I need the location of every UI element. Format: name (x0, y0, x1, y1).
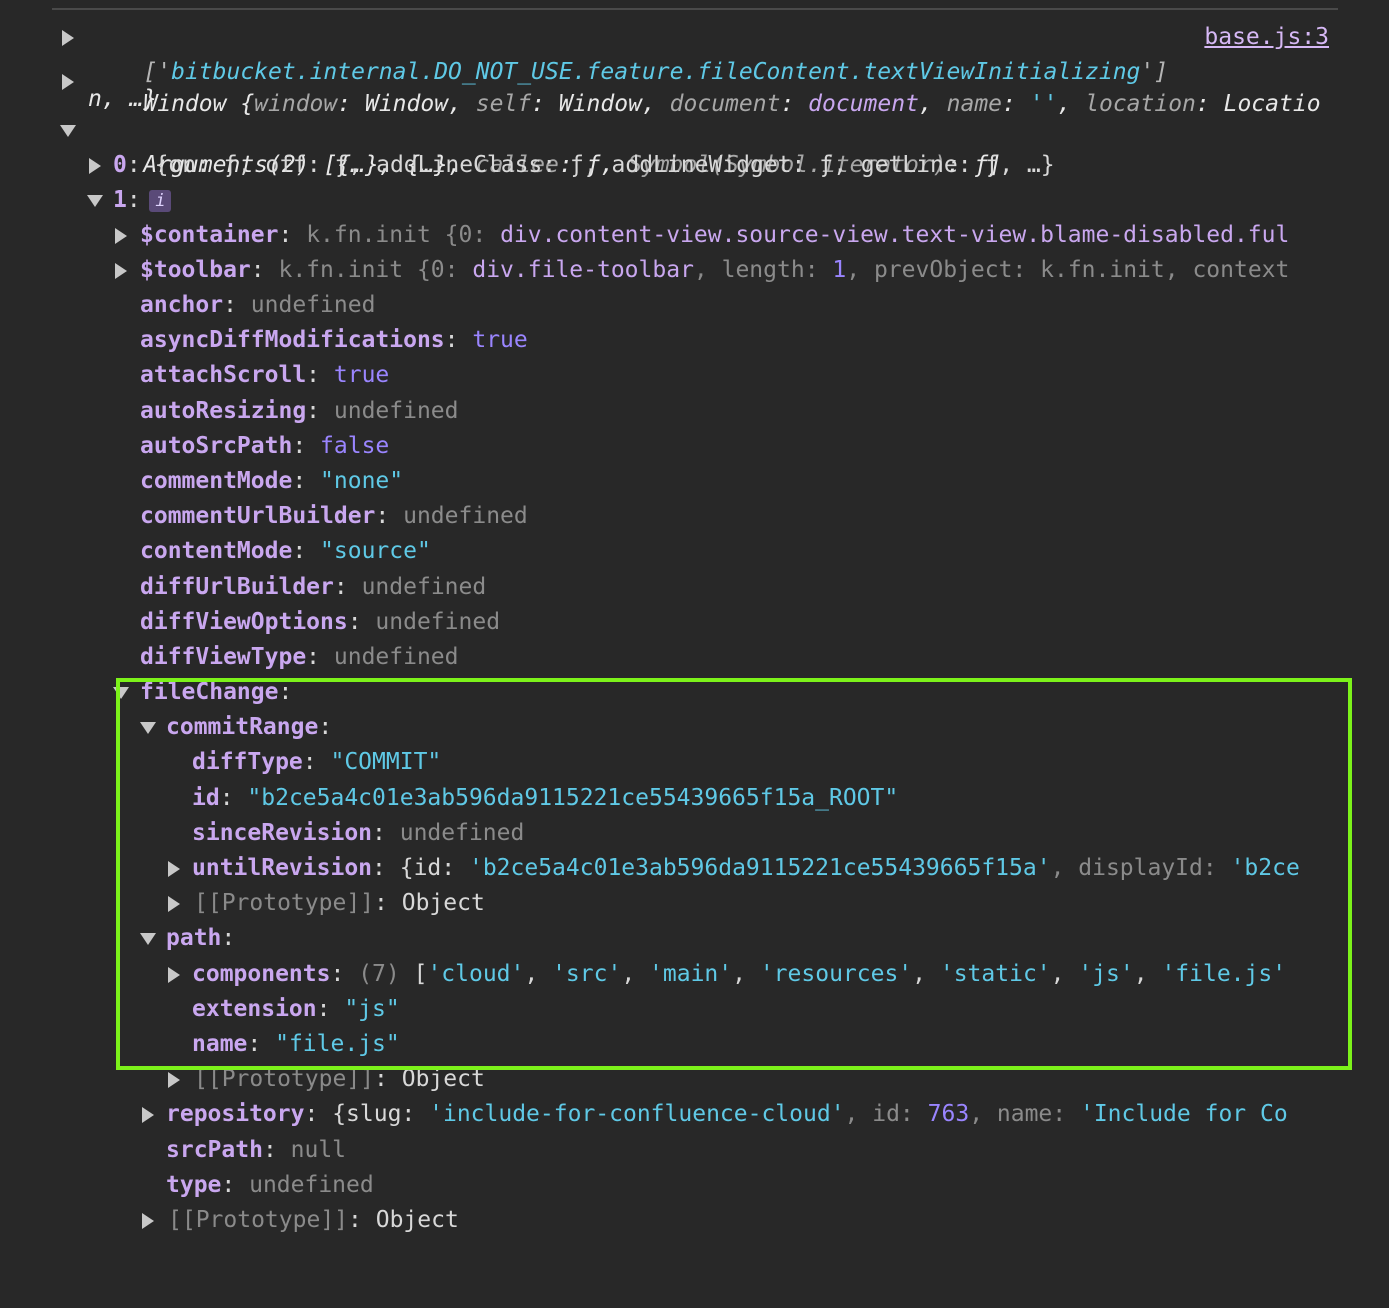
expand-arrow-icon[interactable] (168, 1072, 180, 1088)
property-row-diffViewOptions: diffViewOptions: undefined (140, 609, 501, 635)
component-item: 'resources' (759, 961, 913, 987)
console-message-window-wrap: n, …} (88, 86, 158, 112)
expand-arrow-icon[interactable] (89, 158, 101, 174)
untilrevision-row[interactable]: untilRevision: {id: 'b2ce5a4c01e3ab596da… (0, 851, 1345, 886)
expand-arrow-icon[interactable] (142, 1213, 154, 1229)
property-key: asyncDiffModifications (140, 327, 445, 353)
path-row[interactable]: path: (0, 921, 1389, 956)
filechange-prototype-row[interactable]: [[Prototype]]: Object (0, 1203, 1389, 1238)
id-row: id: "b2ce5a4c01e3ab596da9115221ce5543966… (192, 785, 899, 811)
property-key: autoResizing (140, 398, 307, 424)
collapse-arrow-icon[interactable] (87, 195, 103, 207)
path-prototype-row[interactable]: [[Prototype]]: Object (0, 1062, 1389, 1097)
expand-arrow-icon[interactable] (168, 861, 180, 877)
component-item: 'main' (649, 961, 733, 987)
component-item: 'js' (1078, 961, 1134, 987)
arg1-row[interactable]: 1: (0, 183, 1389, 218)
console-divider (52, 8, 1338, 10)
property-key: commentMode (140, 468, 293, 494)
component-item: 'static' (939, 961, 1051, 987)
property-value: undefined (403, 503, 528, 529)
property-row-anchor: anchor: undefined (140, 292, 376, 318)
property-value: undefined (333, 398, 459, 424)
arg0-row[interactable]: 0: {on: ƒ, off: ƒ, addLineClass: ƒ, addL… (0, 148, 1389, 183)
property-row-autoResizing: autoResizing: undefined (140, 398, 459, 424)
repository-row[interactable]: repository: {slug: 'include-for-confluen… (0, 1097, 1345, 1132)
arguments-row[interactable]: Arguments(2) [{…}, {…}, callee: ƒ, Symbo… (0, 113, 1389, 212)
expand-arrow-icon[interactable] (115, 263, 127, 279)
difftype-row: diffType: "COMMIT" (192, 749, 442, 775)
expand-arrow-icon[interactable] (115, 228, 127, 244)
sincerevision-row: sinceRevision: undefined (192, 820, 525, 846)
property-key: commentUrlBuilder (140, 503, 376, 529)
property-value: "source" (320, 538, 431, 564)
component-item: 'file.js' (1161, 961, 1287, 987)
property-row-asyncDiffModifications: asyncDiffModifications: true (140, 327, 528, 353)
property-value: undefined (250, 292, 376, 318)
filechange-row[interactable]: fileChange: (0, 675, 1389, 710)
extension-row: extension: "js" (192, 996, 400, 1022)
name-row: name: "file.js" (192, 1031, 400, 1057)
property-row-commentMode: commentMode: "none" (140, 468, 404, 494)
commitrange-prototype-row[interactable]: [[Prototype]]: Object (0, 886, 1389, 921)
collapse-arrow-icon[interactable] (140, 722, 156, 734)
property-row-diffViewType: diffViewType: undefined (140, 644, 459, 670)
property-value: true (472, 327, 528, 353)
property-row-autoSrcPath: autoSrcPath: false (140, 433, 390, 459)
srcpath-row: srcPath: null (166, 1137, 347, 1163)
property-value: true (333, 362, 390, 388)
source-link[interactable]: base.js:3 (1204, 20, 1329, 55)
toolbar-row[interactable]: $toolbar: k.fn.init {0: div.file-toolbar… (0, 253, 1345, 288)
expand-arrow-icon[interactable] (168, 896, 180, 912)
collapse-arrow-icon[interactable] (60, 125, 76, 137)
component-item: 'src' (552, 961, 622, 987)
component-item: 'cloud' (427, 961, 525, 987)
property-key: diffUrlBuilder (140, 574, 334, 600)
type-row: type: undefined (166, 1172, 374, 1198)
property-row-contentMode: contentMode: "source" (140, 538, 431, 564)
expand-arrow-icon[interactable] (62, 30, 74, 46)
property-row-commentUrlBuilder: commentUrlBuilder: undefined (140, 503, 528, 529)
property-value: undefined (375, 609, 501, 635)
container-row[interactable]: $container: k.fn.init {0: div.content-vi… (0, 218, 1345, 253)
property-key: autoSrcPath (140, 433, 293, 459)
property-row-attachScroll: attachScroll: true (140, 362, 390, 388)
property-key: diffViewOptions (140, 609, 348, 635)
property-key: diffViewType (140, 644, 307, 670)
console-message-label[interactable]: ['bitbucket.internal.DO_NOT_USE.feature.… (0, 20, 1389, 85)
property-value: "none" (320, 468, 404, 494)
property-key: anchor (140, 292, 224, 318)
property-value: false (320, 433, 390, 459)
property-key: attachScroll (140, 362, 307, 388)
collapse-arrow-icon[interactable] (113, 687, 129, 699)
collapse-arrow-icon[interactable] (140, 933, 156, 945)
expand-arrow-icon[interactable] (142, 1107, 154, 1123)
property-key: contentMode (140, 538, 293, 564)
property-row-diffUrlBuilder: diffUrlBuilder: undefined (140, 574, 487, 600)
property-value: undefined (361, 574, 487, 600)
property-value: undefined (333, 644, 459, 670)
components-row[interactable]: components: (7) ['cloud', 'src', 'main',… (0, 957, 1345, 992)
commitrange-row[interactable]: commitRange: (0, 710, 1389, 745)
expand-arrow-icon[interactable] (168, 967, 180, 983)
